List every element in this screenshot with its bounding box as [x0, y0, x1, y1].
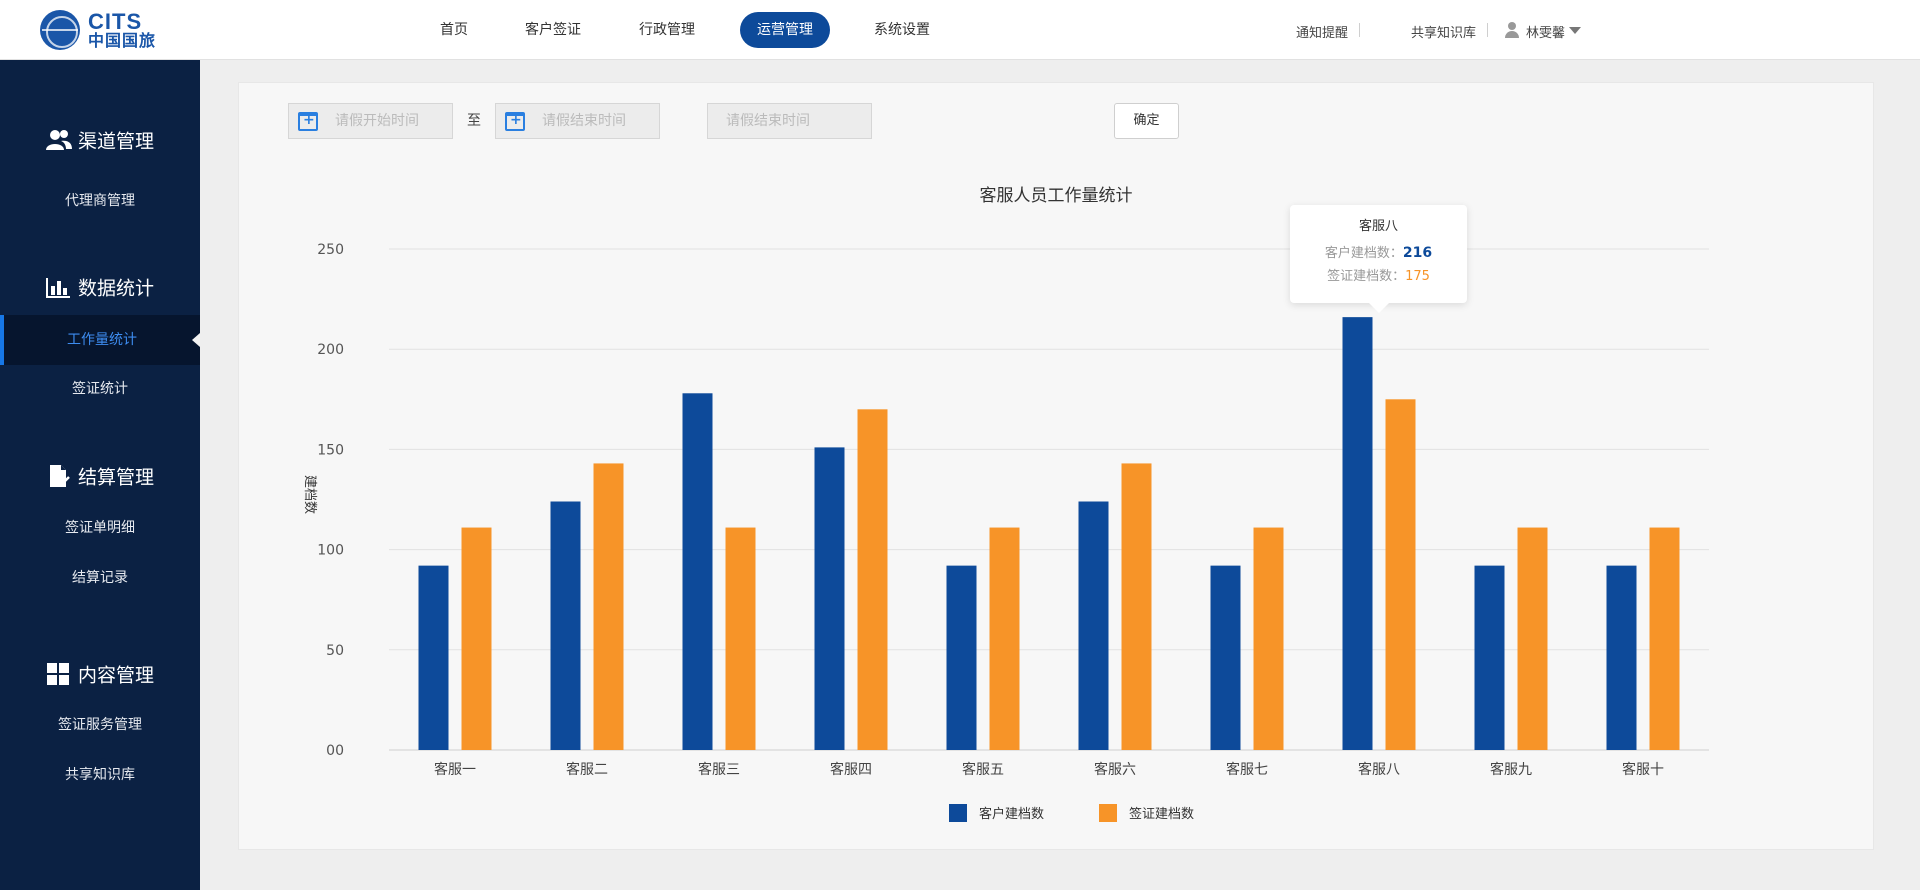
bar-visa[interactable]	[1649, 527, 1680, 750]
sidebar-item-visa-orders[interactable]: 签证单明细	[0, 503, 200, 553]
bar-customer[interactable]	[814, 447, 845, 750]
logo-text-cn: 中国国旅	[88, 31, 157, 50]
bar-customer[interactable]	[1474, 565, 1505, 750]
cits-logo[interactable]: CITS 中国国旅	[40, 10, 160, 50]
tooltip-row-visa: 签证建档数：175	[1290, 265, 1467, 284]
bar-visa[interactable]	[1385, 399, 1416, 750]
sidebar: 渠道管理 代理商管理 数据统计 工作量统计 签证统计 结算管理 签证单明细 结算…	[0, 60, 200, 890]
knowledge-base-link[interactable]: 共享知识库	[1411, 22, 1476, 41]
x-tick-label: 客服九	[1490, 761, 1532, 778]
y-tick-label: 50	[326, 643, 344, 659]
bar-customer[interactable]	[418, 565, 449, 750]
tooltip-value: 175	[1405, 269, 1430, 284]
bar-visa[interactable]	[1517, 527, 1548, 750]
y-tick-label: 200	[317, 342, 344, 358]
section-title: 结算管理	[77, 466, 154, 489]
y-tick-label: 250	[317, 242, 344, 258]
sidebar-section-statistics[interactable]: 数据统计	[0, 273, 200, 303]
sidebar-item-visa-stats[interactable]: 签证统计	[0, 364, 200, 414]
nav-home[interactable]: 首页	[424, 12, 484, 48]
nav-system-settings[interactable]: 系统设置	[861, 12, 943, 48]
tooltip-title: 客服八	[1358, 219, 1398, 234]
bar-chart-icon	[45, 277, 70, 298]
sidebar-section-content[interactable]: 内容管理	[0, 660, 200, 690]
user-name[interactable]: 林雯馨	[1526, 22, 1565, 41]
bar-visa[interactable]	[857, 409, 888, 750]
bar-customer[interactable]	[550, 501, 581, 750]
nav-admin[interactable]: 行政管理	[626, 12, 708, 48]
sidebar-item-agents[interactable]: 代理商管理	[0, 176, 200, 226]
divider	[1487, 23, 1488, 37]
sidebar-section-channel[interactable]: 渠道管理	[0, 126, 200, 156]
bar-customer[interactable]	[1342, 317, 1373, 750]
nav-customer-visa[interactable]: 客户签证	[512, 12, 594, 48]
nav-operations[interactable]: 运营管理	[740, 12, 830, 48]
bar-customer[interactable]	[946, 565, 977, 750]
y-tick-label: 00	[326, 743, 344, 759]
x-tick-label: 客服七	[1226, 761, 1268, 778]
bar-visa[interactable]	[1121, 463, 1152, 750]
main-panel: 请假开始时间 至 请假结束时间 请假结束时间 确定 客服人员工作量统计 0050…	[238, 82, 1874, 850]
sidebar-item-knowledge-base[interactable]: 共享知识库	[0, 750, 200, 800]
legend-swatch[interactable]	[1099, 804, 1117, 822]
bar-customer[interactable]	[1210, 565, 1241, 750]
y-tick-label: 100	[317, 543, 344, 559]
x-tick-label: 客服三	[698, 761, 740, 778]
bar-customer[interactable]	[682, 393, 713, 750]
x-tick-label: 客服一	[434, 761, 476, 778]
y-tick-label: 150	[317, 442, 344, 458]
section-title: 内容管理	[77, 664, 154, 687]
section-title: 渠道管理	[77, 130, 154, 153]
users-icon	[45, 129, 72, 150]
bar-customer[interactable]	[1078, 501, 1109, 750]
globe-icon	[40, 10, 80, 50]
document-check-icon	[49, 464, 70, 487]
legend-swatch[interactable]	[949, 804, 967, 822]
bar-visa[interactable]	[461, 527, 492, 750]
x-tick-label: 客服二	[566, 761, 608, 778]
chevron-down-icon[interactable]	[1569, 27, 1581, 34]
x-tick-label: 客服五	[962, 761, 1004, 778]
tooltip-label: 客户建档数：	[1324, 246, 1403, 261]
tooltip-row-customer: 客户建档数：216	[1290, 242, 1467, 261]
sidebar-section-settlement[interactable]: 结算管理	[0, 462, 200, 492]
divider	[1359, 23, 1360, 37]
bar-visa[interactable]	[1253, 527, 1284, 750]
legend-label[interactable]: 签证建档数	[1129, 806, 1194, 822]
top-bar: CITS 中国国旅 首页 客户签证 行政管理 运营管理 系统设置 通知提醒 共享…	[0, 0, 1920, 60]
bar-visa[interactable]	[593, 463, 624, 750]
bar-visa[interactable]	[989, 527, 1020, 750]
user-icon	[1504, 22, 1520, 38]
sidebar-item-visa-services[interactable]: 签证服务管理	[0, 700, 200, 750]
tooltip-value: 216	[1402, 245, 1433, 261]
legend-label[interactable]: 客户建档数	[979, 806, 1044, 822]
tooltip-label: 签证建档数：	[1327, 269, 1406, 284]
section-title: 数据统计	[77, 277, 154, 300]
x-tick-label: 客服十	[1622, 761, 1664, 778]
bar-visa[interactable]	[725, 527, 756, 750]
notifications-link[interactable]: 通知提醒	[1296, 22, 1348, 41]
y-axis-label: 建档数	[302, 475, 317, 514]
chart-tooltip: 客服八 客户建档数：216 签证建档数：175	[1290, 205, 1467, 313]
x-tick-label: 客服八	[1358, 761, 1400, 778]
x-tick-label: 客服四	[830, 761, 872, 778]
x-tick-label: 客服六	[1094, 761, 1136, 778]
grid-icon	[46, 662, 69, 685]
sidebar-item-workload[interactable]: 工作量统计	[0, 315, 200, 365]
sidebar-item-settlement-records[interactable]: 结算记录	[0, 553, 200, 603]
workload-bar-chart: 00 50 100 150 200 250 建档数客服一 客服二 客服三 客服四 客服五 客服六 客服七…	[302, 242, 1709, 822]
bar-customer[interactable]	[1606, 565, 1637, 750]
